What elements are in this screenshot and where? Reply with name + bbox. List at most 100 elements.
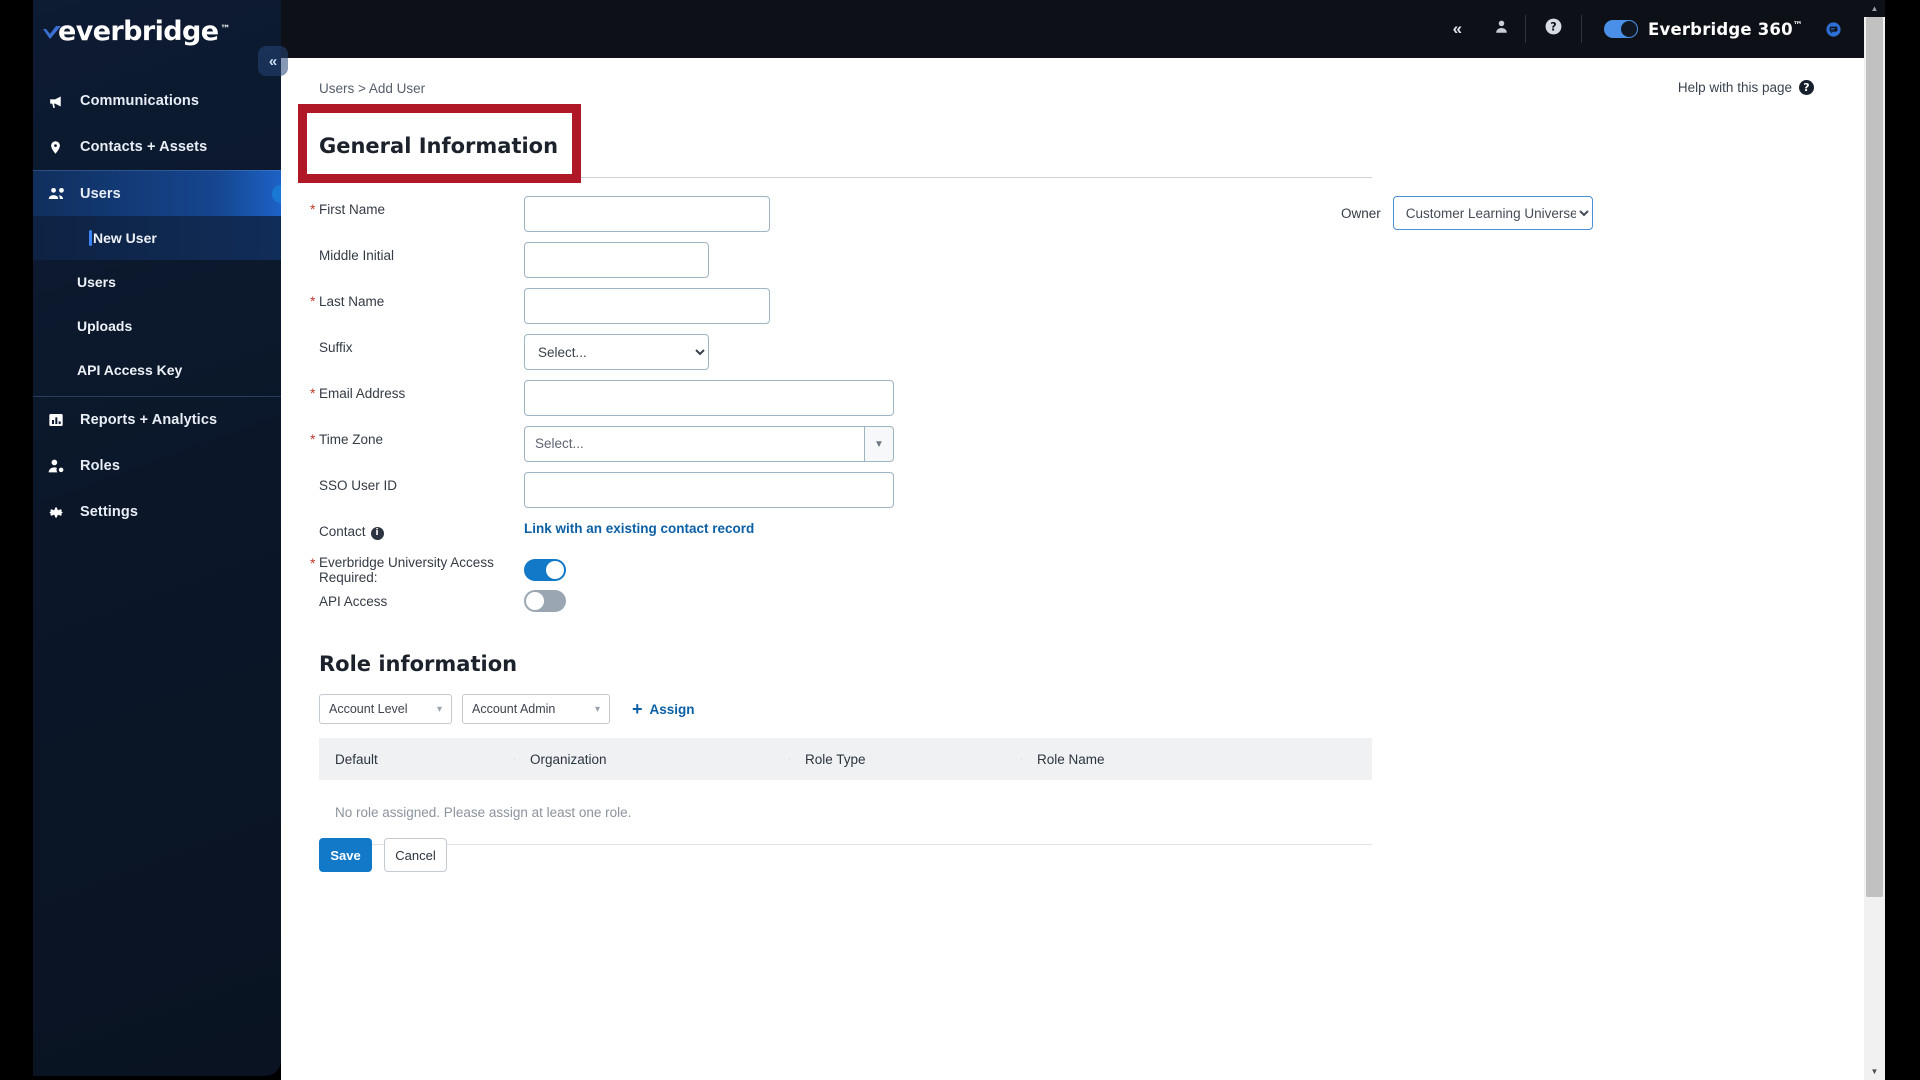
everbridge-logo[interactable]: everbridge ™ bbox=[33, 0, 281, 62]
scroll-down-arrow[interactable]: ▼ bbox=[1864, 1063, 1885, 1080]
account-level-select[interactable]: Account Level ▾ bbox=[319, 694, 452, 724]
required-asterisk: * bbox=[310, 555, 316, 571]
field-row-api-access: API Access bbox=[319, 584, 1379, 618]
topbar: « ? Everbridge 360™ bbox=[281, 0, 1864, 58]
account-button[interactable] bbox=[1478, 18, 1525, 40]
sidebar-item-label: Contacts + Assets bbox=[80, 139, 208, 155]
role-type-select[interactable]: Account Admin ▾ bbox=[462, 694, 610, 724]
label-text: First Name bbox=[319, 202, 386, 217]
label-text: Time Zone bbox=[319, 432, 384, 447]
field-row-time-zone: * Time Zone Select... ▼ bbox=[310, 426, 1379, 472]
left-gutter bbox=[0, 0, 33, 1080]
chevron-down-icon[interactable]: ▼ bbox=[864, 426, 894, 462]
svg-text:?: ? bbox=[1550, 20, 1556, 33]
column-header-organization: Organization bbox=[514, 752, 789, 767]
sidebar-item-roles[interactable]: Roles bbox=[33, 443, 281, 489]
everbridge-360-switch[interactable] bbox=[1604, 20, 1639, 38]
active-indicator-bar bbox=[89, 230, 92, 246]
scroll-up-arrow[interactable]: ▲ bbox=[1864, 0, 1885, 17]
sidebar-item-users-list[interactable]: Users bbox=[33, 260, 281, 304]
column-header-role-name: Role Name bbox=[1021, 752, 1372, 767]
owner-select[interactable]: Customer Learning Universe bbox=[1392, 196, 1593, 230]
field-row-middle-initial: Middle Initial bbox=[319, 242, 1379, 288]
field-row-contact: Contact i Link with an existing contact r… bbox=[319, 518, 1379, 556]
help-circle-icon: ? bbox=[1799, 80, 1814, 95]
sidebar-item-api-access-key[interactable]: API Access Key bbox=[33, 348, 281, 392]
save-button[interactable]: Save bbox=[319, 838, 372, 872]
chevron-down-icon: ▾ bbox=[436, 703, 442, 715]
chevron-double-left-icon: « bbox=[1452, 19, 1463, 38]
sidebar-item-label: Settings bbox=[80, 504, 138, 520]
first-name-input[interactable] bbox=[524, 196, 770, 232]
sidebar-item-users[interactable]: Users bbox=[33, 170, 281, 216]
label-text: Last Name bbox=[319, 294, 385, 309]
assign-role-button[interactable]: + Assign bbox=[632, 700, 695, 718]
sidebar-item-label: Reports + Analytics bbox=[80, 412, 218, 428]
toggle-knob bbox=[546, 561, 564, 579]
field-row-last-name: * Last Name bbox=[310, 288, 1379, 334]
general-information-form: * First Name Middle Initial * Last Name bbox=[310, 196, 1379, 618]
assign-button-label: Assign bbox=[649, 701, 695, 717]
last-name-label: * Last Name bbox=[310, 288, 524, 309]
sidebar-item-new-user[interactable]: New User bbox=[33, 216, 281, 260]
suffix-select[interactable]: Select... bbox=[524, 334, 709, 370]
sso-user-id-label: SSO User ID bbox=[319, 472, 524, 493]
sidebar-item-uploads[interactable]: Uploads bbox=[33, 304, 281, 348]
required-asterisk: * bbox=[310, 431, 316, 447]
general-information-heading: General Information bbox=[319, 134, 559, 158]
field-row-sso-user-id: SSO User ID bbox=[319, 472, 1379, 518]
label-text: Email Address bbox=[319, 386, 406, 401]
label-text: Middle Initial bbox=[319, 248, 395, 263]
required-asterisk: * bbox=[310, 201, 316, 217]
role-type-value: Account Admin bbox=[472, 702, 556, 716]
suffix-label: Suffix bbox=[319, 334, 524, 355]
brand-label-text: Everbridge 360 bbox=[1648, 19, 1793, 39]
topbar-collapse-button[interactable]: « bbox=[1437, 19, 1478, 39]
roles-table: Default Organization Role Type Role Name… bbox=[319, 738, 1372, 845]
breadcrumb[interactable]: Users > Add User bbox=[319, 81, 425, 96]
field-row-everbridge-university-access: * Everbridge University Access Required: bbox=[310, 555, 1379, 585]
sidebar-item-communications[interactable]: Communications bbox=[33, 78, 281, 124]
label-text: Everbridge University Access Required: bbox=[319, 555, 494, 585]
email-address-label: * Email Address bbox=[310, 380, 524, 401]
help-with-this-page-link[interactable]: Help with this page ? bbox=[1678, 80, 1814, 95]
label-text: Contact bbox=[319, 524, 366, 539]
everbridge-checkmark-icon bbox=[41, 23, 63, 47]
time-zone-value[interactable]: Select... bbox=[524, 426, 864, 462]
switch-knob bbox=[1621, 21, 1638, 37]
email-address-input[interactable] bbox=[524, 380, 894, 416]
roles-table-empty-message: No role assigned. Please assign at least… bbox=[319, 780, 1372, 845]
field-row-email-address: * Email Address bbox=[310, 380, 1379, 426]
sidebar-nav: Communications Contacts + Assets Users N… bbox=[33, 78, 281, 535]
last-name-input[interactable] bbox=[524, 288, 770, 324]
sidebar-collapse-button[interactable]: « bbox=[258, 46, 288, 76]
link-existing-contact-link[interactable]: Link with an existing contact record bbox=[524, 518, 754, 536]
time-zone-label: * Time Zone bbox=[310, 426, 524, 447]
help-button[interactable]: ? bbox=[1526, 17, 1581, 41]
info-icon[interactable]: i bbox=[370, 526, 384, 540]
sidebar-subitem-label: New User bbox=[93, 230, 157, 246]
time-zone-combobox[interactable]: Select... ▼ bbox=[524, 426, 894, 462]
sidebar-subitem-label: API Access Key bbox=[77, 362, 183, 378]
roles-table-header: Default Organization Role Type Role Name bbox=[319, 738, 1372, 780]
sidebar-item-settings[interactable]: Settings bbox=[33, 489, 281, 535]
label-text: Suffix bbox=[319, 340, 353, 355]
sidebar-item-contacts-assets[interactable]: Contacts + Assets bbox=[33, 124, 281, 170]
main-content: Users > Add User Help with this page ? G… bbox=[281, 58, 1864, 1080]
sidebar-subitem-label: Users bbox=[77, 274, 116, 290]
sidebar: everbridge ™ Communications Contacts + A… bbox=[33, 0, 281, 1076]
sso-user-id-input[interactable] bbox=[524, 472, 894, 508]
middle-initial-input[interactable] bbox=[524, 242, 709, 278]
vertical-scrollbar[interactable]: ▲ ▼ bbox=[1864, 0, 1885, 1080]
everbridge-university-access-toggle[interactable] bbox=[524, 559, 566, 581]
cancel-button[interactable]: Cancel bbox=[384, 838, 447, 872]
api-access-toggle[interactable] bbox=[524, 590, 566, 612]
scrollbar-thumb[interactable] bbox=[1866, 17, 1883, 897]
everbridge-360-toggle-group[interactable]: Everbridge 360™ bbox=[1582, 20, 1842, 39]
sidebar-item-label: Communications bbox=[80, 93, 200, 109]
chat-bubble-icon[interactable] bbox=[1825, 21, 1842, 38]
column-header-default: Default bbox=[335, 751, 378, 767]
sidebar-item-reports-analytics[interactable]: Reports + Analytics bbox=[33, 397, 281, 443]
bar-chart-icon bbox=[48, 412, 76, 428]
section-divider bbox=[319, 177, 1372, 178]
